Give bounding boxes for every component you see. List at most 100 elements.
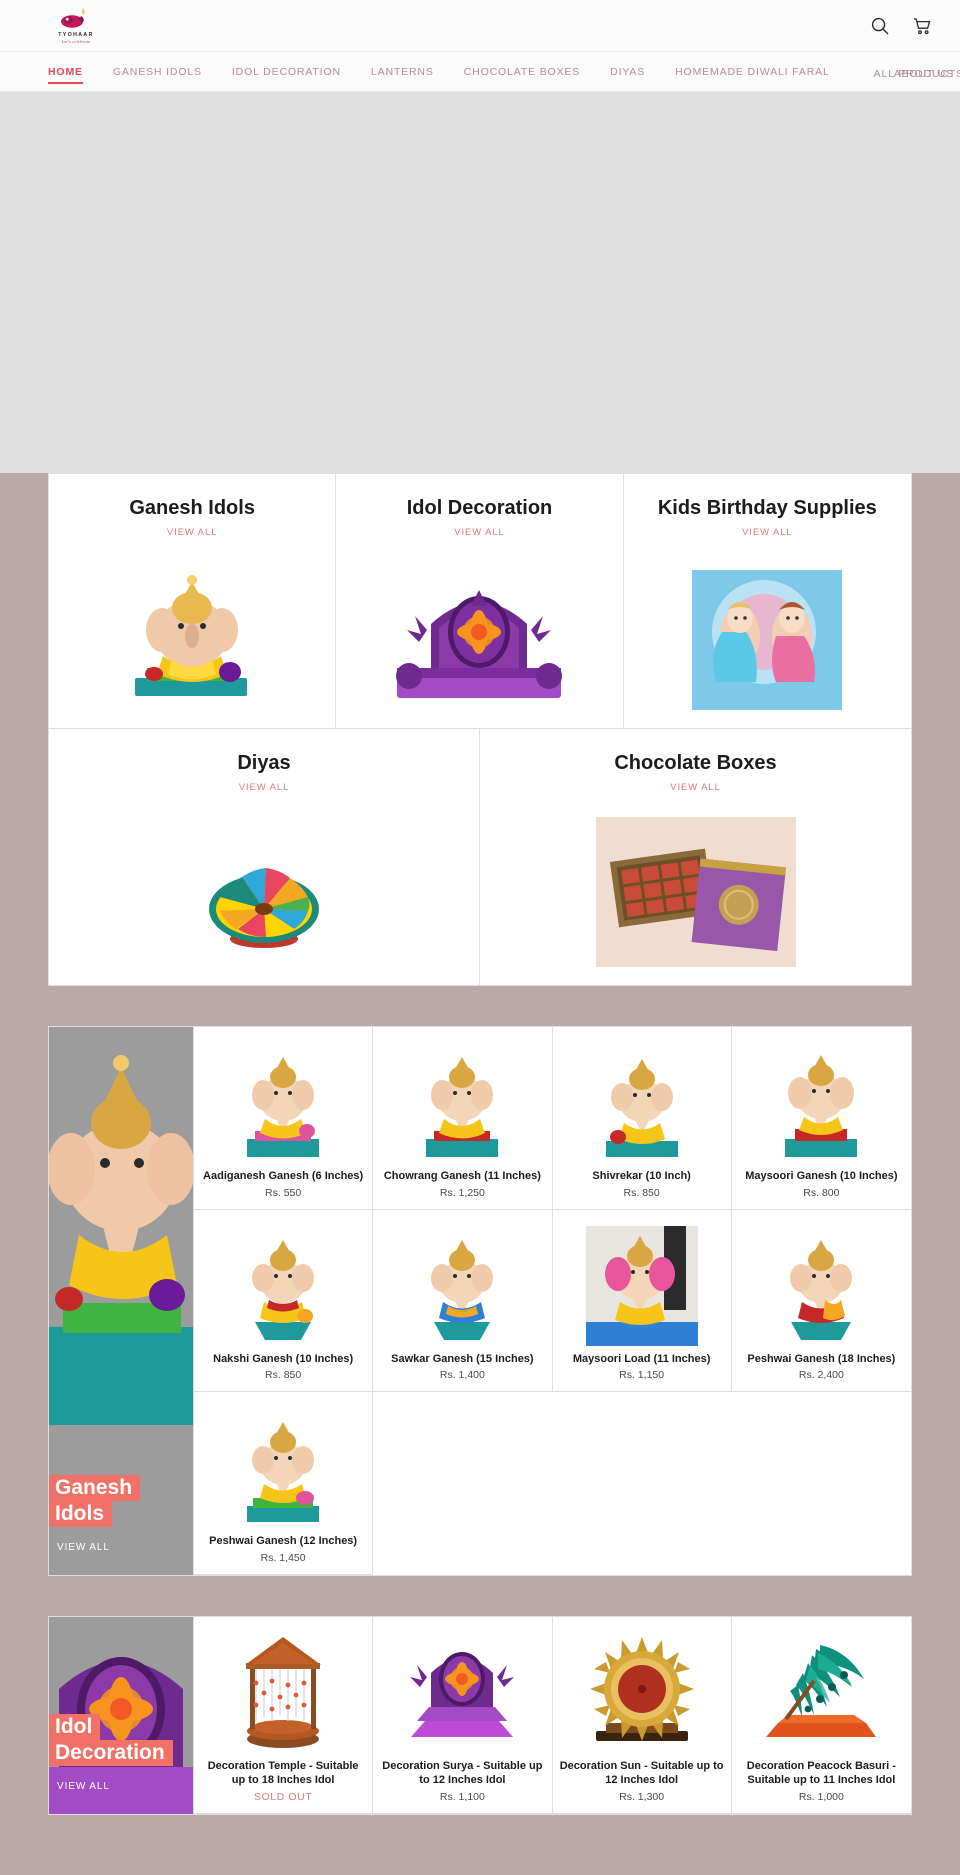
product-image <box>200 1400 366 1528</box>
shopping-cart-icon[interactable] <box>912 16 932 36</box>
product-name: Decoration Temple - Suitable up to 18 In… <box>207 1759 359 1787</box>
product-card[interactable]: Maysoori Load (11 Inches) Rs. 1,150 <box>552 1209 732 1393</box>
product-image <box>738 1218 905 1346</box>
product-card[interactable]: Chowrang Ganesh (11 Inches) Rs. 1,250 <box>373 1027 553 1210</box>
product-name: Decoration Peacock Basuri - Suitable up … <box>746 1759 896 1787</box>
collection-tile-title-wrap: Ganesh Idols <box>49 1475 193 1527</box>
category-row-1: Ganesh Idols VIEW ALL Idol Decoration VI… <box>49 474 911 729</box>
product-image <box>200 1035 366 1163</box>
product-card[interactable]: Sawkar Ganesh (15 Inches) Rs. 1,400 <box>373 1209 553 1393</box>
category-view-all-link[interactable]: VIEW ALL <box>167 527 218 538</box>
product-image <box>379 1035 545 1163</box>
product-name: Decoration Sun - Suitable up to 12 Inche… <box>559 1759 724 1787</box>
product-image <box>559 1218 725 1346</box>
nav-item-ganesh-idols[interactable]: GANESH IDOLS <box>113 52 202 91</box>
collection-strip-idol-decoration: Idol Decoration VIEW ALL Decoration Temp… <box>48 1615 912 1815</box>
product-name: Chowrang Ganesh (11 Inches) <box>383 1170 541 1182</box>
kids-birthday-art <box>638 550 897 710</box>
nav-item-homemade-diwali-faral[interactable]: HOMEMADE DIWALI FARAL <box>675 52 830 91</box>
product-card[interactable]: Decoration Peacock Basuri - Suitable up … <box>731 1616 911 1814</box>
page-body: Ganesh Idols VIEW ALL Idol Decoration VI… <box>0 473 960 1815</box>
product-price: Rs. 1,450 <box>260 1551 306 1564</box>
category-row-2: Diyas VIEW ALL Chocolate Boxes VIEW ALL <box>49 729 911 985</box>
collection-tile-ganesh-idols[interactable]: Ganesh Idols VIEW ALL <box>49 1027 194 1575</box>
diya-lamp-icon <box>59 7 93 31</box>
category-title: Ganesh Idols <box>129 497 255 519</box>
collection-tile-title: Idol Decoration <box>49 1714 173 1766</box>
product-price: Rs. 850 <box>265 1369 302 1382</box>
collection-product-grid: Aadiganesh Ganesh (6 Inches) Rs. 550 Cho… <box>194 1027 911 1575</box>
product-name: Shivrekar (10 Inch) <box>592 1170 691 1182</box>
product-price: Rs. 1,400 <box>439 1369 485 1382</box>
category-title: Diyas <box>237 752 291 774</box>
product-card[interactable]: Nakshi Ganesh (10 Inches) Rs. 850 <box>194 1209 374 1393</box>
idol-decoration-art <box>350 550 608 710</box>
product-name: Aadiganesh Ganesh (6 Inches) <box>203 1170 364 1182</box>
product-card[interactable]: Maysoori Ganesh (10 Inches) Rs. 800 <box>731 1027 911 1210</box>
header-actions <box>870 16 932 36</box>
category-title: Chocolate Boxes <box>614 752 777 774</box>
category-view-all-link[interactable]: VIEW ALL <box>454 527 505 538</box>
product-card[interactable]: Aadiganesh Ganesh (6 Inches) Rs. 550 <box>194 1027 374 1210</box>
product-card[interactable]: Decoration Surya - Suitable up to 12 Inc… <box>373 1616 553 1814</box>
collection-tile-view-all[interactable]: VIEW ALL <box>57 1781 110 1792</box>
category-title: Kids Birthday Supplies <box>657 497 877 519</box>
product-image <box>379 1625 545 1753</box>
category-card-diyas[interactable]: Diyas VIEW ALL <box>49 729 480 985</box>
category-card-ganesh-idols[interactable]: Ganesh Idols VIEW ALL <box>49 474 337 729</box>
product-price: Rs. 850 <box>623 1186 660 1199</box>
nav-item-diyas[interactable]: DIYAS <box>610 52 645 91</box>
product-price: SOLD OUT <box>253 1790 313 1803</box>
site-header: TYOHAAR Let's celebrate <box>0 0 960 52</box>
ganesh-idol-art <box>63 550 321 710</box>
product-image <box>738 1035 905 1163</box>
product-price: Rs. 1,150 <box>619 1369 665 1382</box>
category-view-all-link[interactable]: VIEW ALL <box>239 782 290 793</box>
category-card-chocolate-boxes[interactable]: Chocolate Boxes VIEW ALL <box>480 729 911 985</box>
product-name: Maysoori Load (11 Inches) <box>572 1352 711 1365</box>
category-cards-block: Ganesh Idols VIEW ALL Idol Decoration VI… <box>48 473 912 986</box>
product-name: Sawkar Ganesh (15 Inches) <box>391 1352 534 1365</box>
product-price: Rs. 800 <box>803 1186 840 1199</box>
search-icon[interactable] <box>870 16 890 36</box>
product-image <box>200 1625 366 1753</box>
product-price: Rs. 1,300 <box>619 1790 665 1803</box>
product-card[interactable]: Decoration Temple - Suitable up to 18 In… <box>194 1616 374 1814</box>
category-title: Idol Decoration <box>406 497 553 519</box>
nav-item-home[interactable]: HOME <box>48 52 83 91</box>
nav-item-all-products[interactable]: ALL PRODUCTS <box>874 68 960 80</box>
product-card[interactable]: Peshwai Ganesh (18 Inches) Rs. 2,400 <box>731 1209 911 1393</box>
product-price: Rs. 1,100 <box>439 1790 485 1803</box>
logo-tagline: Let's celebrate <box>61 39 91 44</box>
product-image <box>379 1218 545 1346</box>
product-image <box>559 1035 725 1163</box>
collection-tile-title: Ganesh Idols <box>49 1475 141 1527</box>
product-card[interactable]: Decoration Sun - Suitable up to 12 Inche… <box>552 1616 732 1814</box>
collection-tile-idol-decoration[interactable]: Idol Decoration VIEW ALL <box>49 1616 194 1814</box>
collection-strip-ganesh-idols: Ganesh Idols VIEW ALL Aadiganesh Ganesh … <box>48 1026 912 1576</box>
chocolate-box-art <box>494 805 897 967</box>
category-card-kids-birthday-supplies[interactable]: Kids Birthday Supplies VIEW ALL <box>623 474 911 729</box>
nav-item-lanterns[interactable]: LANTERNS <box>371 52 434 91</box>
product-price: Rs. 550 <box>265 1186 302 1199</box>
collection-tile-view-all[interactable]: VIEW ALL <box>57 1542 110 1553</box>
main-navigation: HOME GANESH IDOLS IDOL DECORATION LANTER… <box>0 52 960 92</box>
product-card[interactable]: Shivrekar (10 Inch) Rs. 850 <box>552 1027 732 1210</box>
category-view-all-link[interactable]: VIEW ALL <box>742 527 793 538</box>
site-logo[interactable]: TYOHAAR Let's celebrate <box>48 7 104 44</box>
hero-banner[interactable] <box>0 92 960 473</box>
product-price: Rs. 1,000 <box>798 1790 844 1803</box>
nav-item-idol-decoration[interactable]: IDOL DECORATION <box>232 52 341 91</box>
product-image <box>200 1218 366 1346</box>
nav-item-chocolate-boxes[interactable]: CHOCOLATE BOXES <box>464 52 580 91</box>
product-price: Rs. 2,400 <box>798 1369 844 1382</box>
category-card-idol-decoration[interactable]: Idol Decoration VIEW ALL <box>336 474 624 729</box>
collection-tile-title-wrap: Idol Decoration <box>49 1714 193 1766</box>
product-card[interactable]: Peshwai Ganesh (12 Inches) Rs. 1,450 <box>194 1392 374 1575</box>
product-price: Rs. 1,250 <box>439 1186 485 1199</box>
category-view-all-link[interactable]: VIEW ALL <box>670 782 721 793</box>
diya-art <box>63 805 465 967</box>
collection-product-grid: Decoration Temple - Suitable up to 18 In… <box>194 1616 911 1814</box>
logo-brand-name: TYOHAAR <box>58 32 94 38</box>
